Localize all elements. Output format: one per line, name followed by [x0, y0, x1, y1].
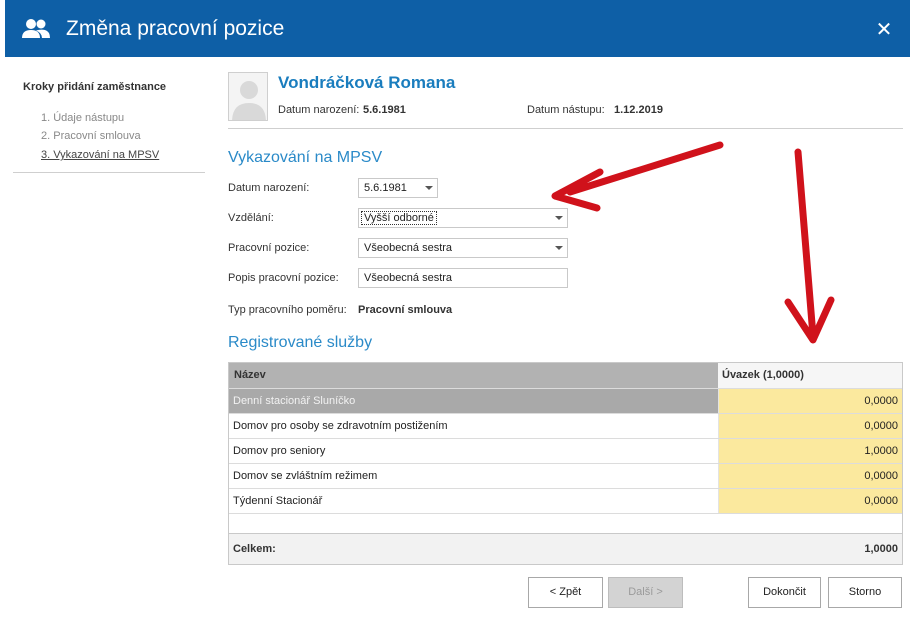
table-row[interactable]: Domov pro seniory 1,0000 [229, 438, 902, 463]
service-name-cell[interactable]: Domov pro seniory [229, 439, 718, 463]
position-desc-input[interactable]: Všeobecná sestra [358, 268, 568, 288]
column-header-uvazek[interactable]: Úvazek (1,0000) [718, 363, 902, 388]
table-row[interactable]: Denní stacionář Sluníčko 0,0000 [229, 388, 902, 413]
employment-type-label: Typ pracovního poměru: [228, 304, 347, 316]
person-silhouette-icon [232, 81, 266, 120]
position-desc-label: Popis pracovní pozice: [228, 272, 339, 284]
grid-header: Název Úvazek (1,0000) [229, 363, 902, 388]
service-name-cell[interactable]: Domov pro osoby se zdravotním postižením [229, 414, 718, 438]
back-button[interactable]: < Zpět [528, 577, 603, 608]
employee-name: Vondráčková Romana [278, 73, 456, 92]
education-select[interactable]: Vyšší odborné [358, 208, 568, 228]
position-select-value: Všeobecná sestra [364, 242, 453, 254]
table-row[interactable]: Týdenní Stacionář 0,0000 [229, 488, 902, 513]
chevron-down-icon[interactable] [425, 186, 433, 190]
step-pracovni-smlouva[interactable]: 2. Pracovní smlouva [41, 130, 141, 142]
column-header-name[interactable]: Název [229, 363, 718, 388]
employment-type-value: Pracovní smlouva [358, 304, 453, 316]
start-date-value: 1.12.2019 [614, 104, 663, 116]
position-desc-value: Všeobecná sestra [364, 272, 453, 284]
grid-total-row: Celkem: 1,0000 [229, 533, 902, 564]
header-divider [228, 128, 903, 129]
birth-date-select[interactable]: 5.6.1981 [358, 178, 438, 198]
cancel-button[interactable]: Storno [828, 577, 902, 608]
avatar [228, 72, 268, 121]
service-name-cell[interactable]: Domov se zvláštním režimem [229, 464, 718, 488]
total-label: Celkem: [233, 543, 276, 555]
steps-divider [13, 172, 205, 173]
birth-date-value: 5.6.1981 [363, 104, 406, 116]
steps-title: Kroky přidání zaměstnance [23, 81, 167, 93]
education-select-value: Vyšší odborné [361, 211, 437, 225]
chevron-down-icon[interactable] [555, 246, 563, 250]
arrow-to-uvazek-icon [784, 148, 835, 344]
grid-empty-row [229, 513, 902, 533]
birth-field-label: Datum narození: [228, 182, 310, 194]
table-row[interactable]: Domov pro osoby se zdravotním postižením… [229, 413, 902, 438]
step-udaje-nastupu[interactable]: 1. Údaje nástupu [41, 112, 124, 124]
chevron-down-icon[interactable] [555, 216, 563, 220]
service-name-cell[interactable]: Denní stacionář Sluníčko [229, 389, 718, 413]
position-select[interactable]: Všeobecná sestra [358, 238, 568, 258]
start-date-label: Datum nástupu: [527, 104, 605, 116]
service-value-cell[interactable]: 1,0000 [718, 439, 902, 463]
window-title: Změna pracovní pozice [66, 17, 285, 40]
table-row[interactable]: Domov se zvláštním režimem 0,0000 [229, 463, 902, 488]
service-value-cell[interactable]: 0,0000 [718, 489, 902, 513]
service-value-cell[interactable]: 0,0000 [718, 414, 902, 438]
birth-date-label: Datum narození: [278, 104, 360, 116]
users-icon [22, 19, 50, 38]
position-field-label: Pracovní pozice: [228, 242, 310, 254]
close-icon[interactable]: ✕ [875, 17, 893, 42]
education-field-label: Vzdělání: [228, 212, 274, 224]
services-section-title: Registrované služby [228, 334, 373, 351]
arrow-to-education-icon [551, 141, 724, 212]
mpsv-section-title: Vykazování na MPSV [228, 149, 383, 166]
total-value: 1,0000 [864, 543, 898, 555]
service-value-cell[interactable]: 0,0000 [718, 389, 902, 413]
finish-button[interactable]: Dokončit [748, 577, 821, 608]
next-button[interactable]: Další > [608, 577, 683, 608]
service-name-cell[interactable]: Týdenní Stacionář [229, 489, 718, 513]
step-vykazovani-mpsv[interactable]: 3. Vykazování na MPSV [41, 149, 159, 161]
services-grid: Název Úvazek (1,0000) Denní stacionář Sl… [228, 362, 903, 565]
service-value-cell[interactable]: 0,0000 [718, 464, 902, 488]
title-bar: Změna pracovní pozice ✕ [5, 0, 910, 57]
birth-date-select-value: 5.6.1981 [364, 182, 407, 194]
